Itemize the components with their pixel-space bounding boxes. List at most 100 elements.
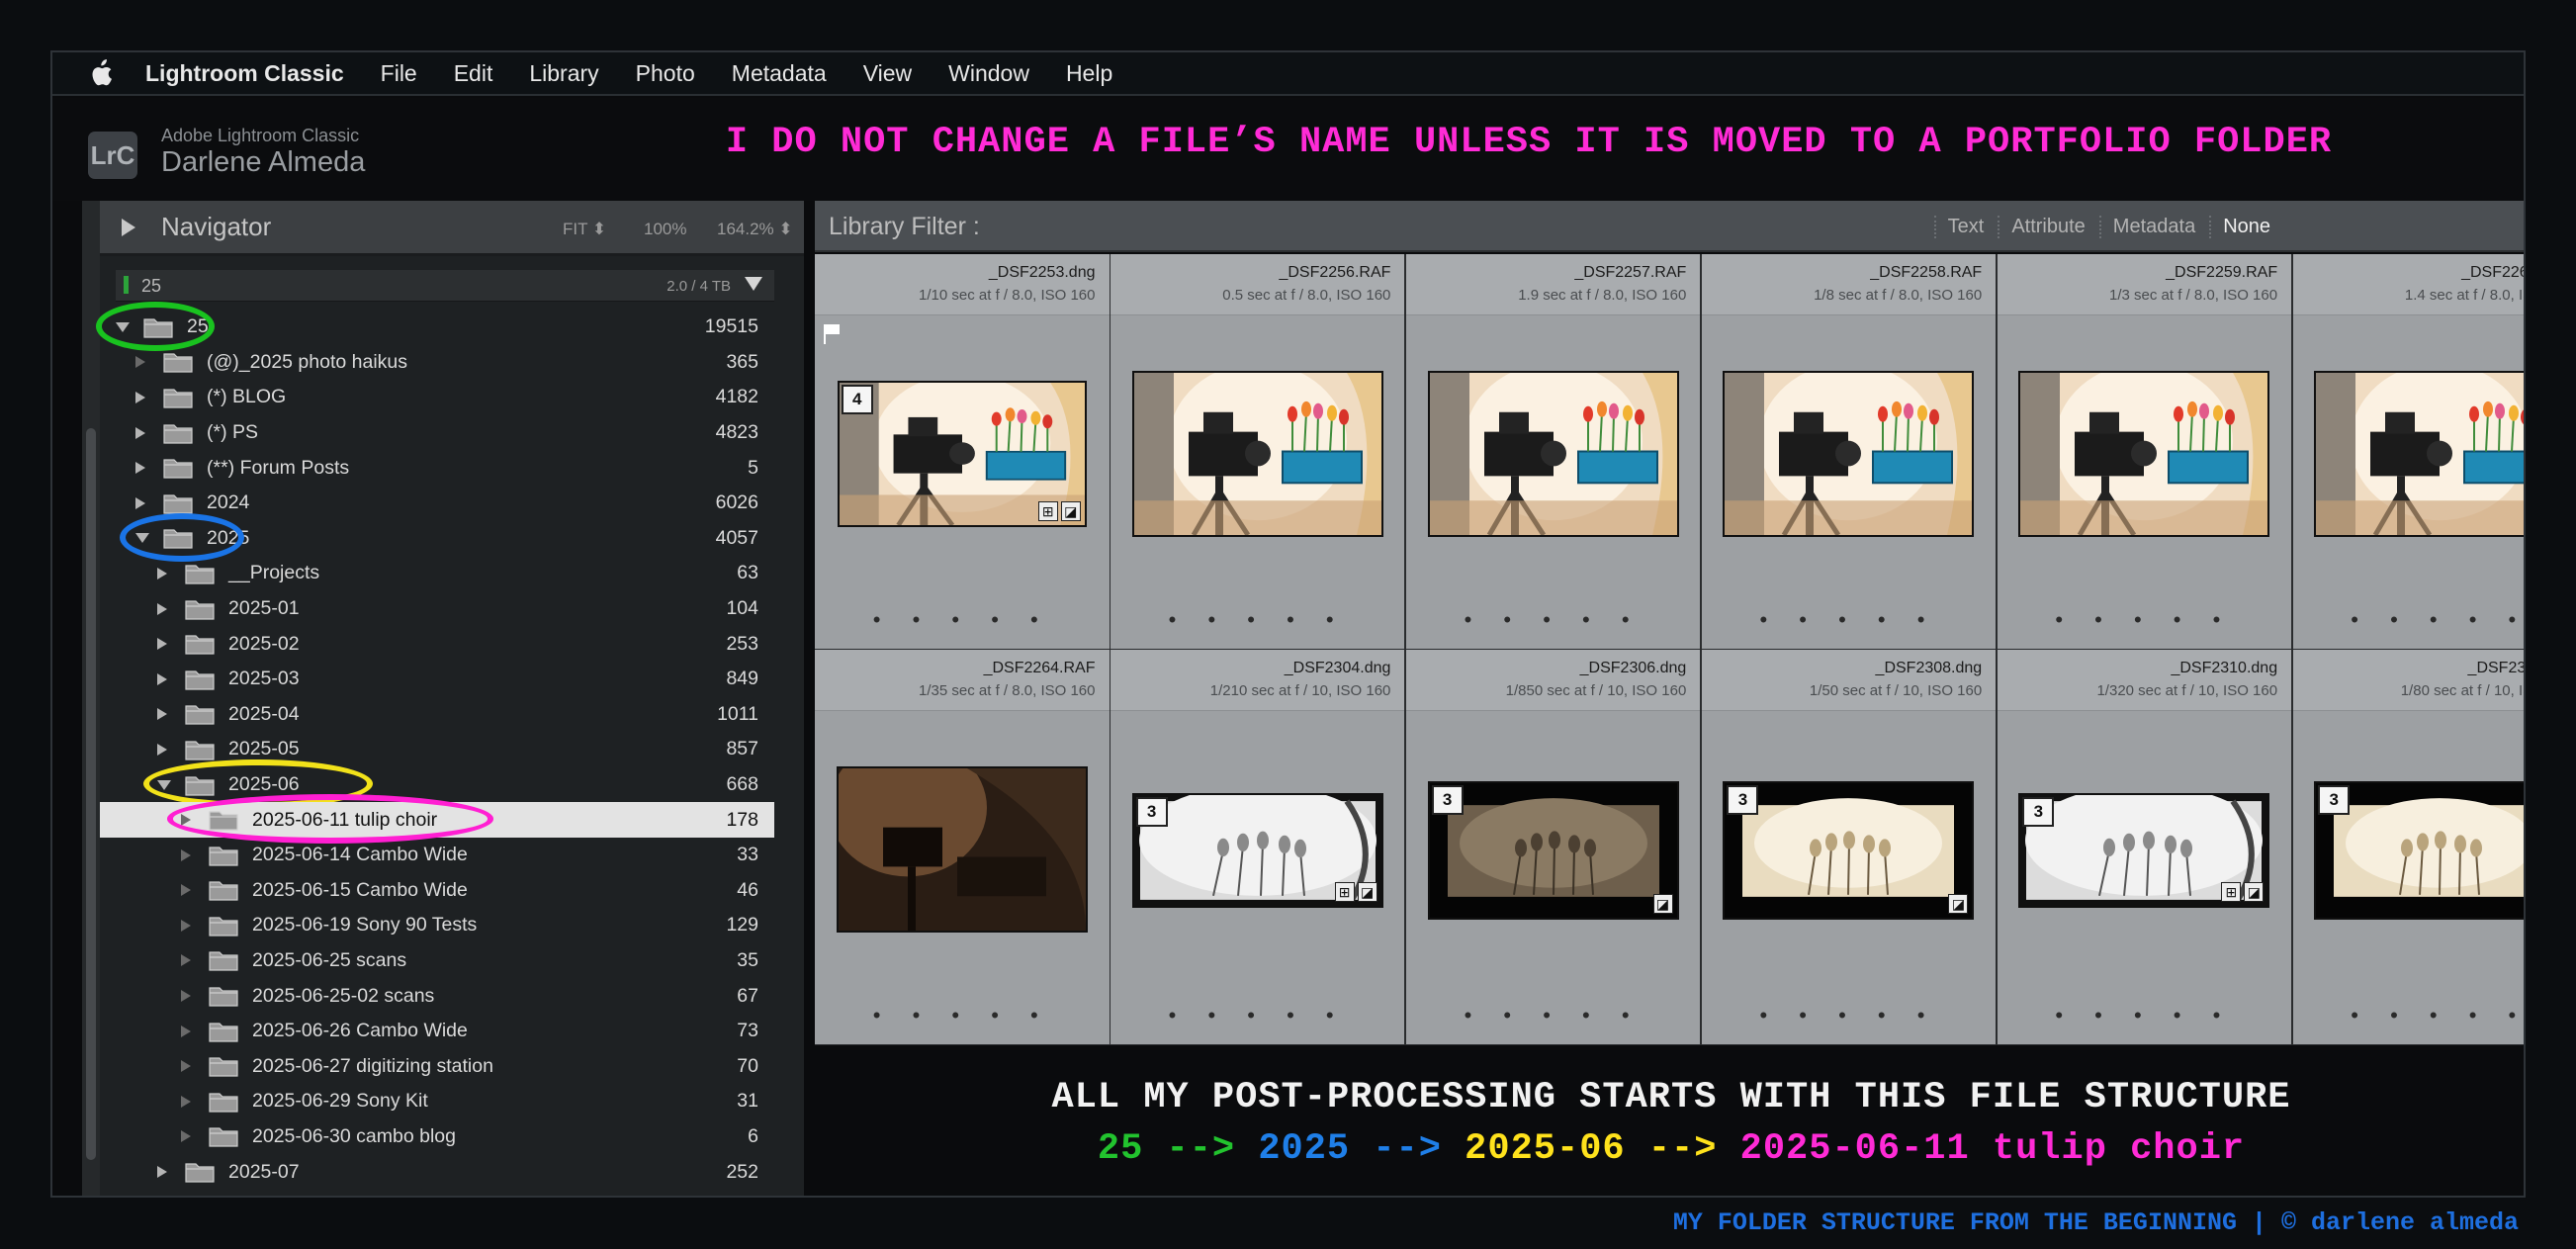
pick-flag-icon[interactable] bbox=[823, 323, 841, 345]
disclosure-collapsed-icon[interactable] bbox=[181, 848, 191, 861]
photo-thumbnail[interactable] bbox=[1723, 371, 1975, 537]
rating-dots[interactable]: • • • • • bbox=[1110, 607, 1405, 633]
thumbnail-cell[interactable]: _DSF2260.RAF 1.4 sec at f / 8.0, ISO 160 •… bbox=[2292, 254, 2525, 649]
folder-row[interactable]: 25 19515 bbox=[96, 302, 774, 351]
disclosure-collapsed-icon[interactable] bbox=[181, 919, 191, 932]
filter-metadata[interactable]: Metadata bbox=[2098, 216, 2195, 238]
folder-row[interactable]: __Projects 63 bbox=[100, 556, 774, 591]
rating-dots[interactable]: • • • • • bbox=[1406, 1003, 1701, 1028]
thumbnail-cell[interactable]: _DSF2308.dng 1/50 sec at f / 10, ISO 160 3… bbox=[1701, 650, 1997, 1045]
disclosure-collapsed-icon[interactable] bbox=[157, 602, 167, 615]
crop-badge-icon[interactable]: ⊞ bbox=[1037, 501, 1058, 521]
menu-window[interactable]: Window bbox=[948, 60, 1029, 87]
filter-none[interactable]: None bbox=[2209, 216, 2270, 238]
disclosure-collapsed-icon[interactable] bbox=[135, 356, 145, 369]
thumbnail-cell[interactable]: _DSF2264.RAF 1/35 sec at f / 8.0, ISO 160… bbox=[815, 650, 1110, 1045]
disclosure-collapsed-icon[interactable] bbox=[181, 1025, 191, 1037]
stack-count-badge[interactable]: 4 bbox=[841, 385, 873, 414]
stack-count-badge[interactable]: 3 bbox=[1431, 785, 1464, 816]
develop-adjustments-icon[interactable]: ◪ bbox=[1060, 501, 1081, 521]
stack-count-badge[interactable]: 3 bbox=[1135, 797, 1168, 828]
zoom-fit[interactable]: FIT ⬍ bbox=[563, 220, 606, 239]
disclosure-collapsed-icon[interactable] bbox=[181, 1060, 191, 1073]
folder-row[interactable]: 2025-01 104 bbox=[100, 591, 774, 627]
photo-thumbnail[interactable] bbox=[1427, 371, 1679, 537]
folder-row[interactable]: 2025-06-26 Cambo Wide 73 bbox=[100, 1014, 774, 1049]
folder-row[interactable]: 2025-03 849 bbox=[100, 662, 774, 697]
rating-dots[interactable]: • • • • • bbox=[815, 1003, 1110, 1028]
crop-badge-icon[interactable]: ⊞ bbox=[2221, 882, 2242, 903]
disclosure-collapsed-icon[interactable] bbox=[157, 708, 167, 721]
folder-row[interactable]: 2025-06-15 Cambo Wide 46 bbox=[100, 873, 774, 909]
stack-count-badge[interactable]: 3 bbox=[2022, 797, 2055, 828]
thumbnail-cell[interactable]: _DSF2311.dng 1/80 sec at f / 10, ISO 160 3… bbox=[2292, 650, 2524, 1045]
disclosure-collapsed-icon[interactable] bbox=[181, 1130, 191, 1143]
filter-attribute[interactable]: Attribute bbox=[1998, 216, 2086, 238]
disclosure-collapsed-icon[interactable] bbox=[157, 1166, 167, 1179]
develop-adjustments-icon[interactable]: ◪ bbox=[1652, 894, 1673, 915]
disclosure-collapsed-icon[interactable] bbox=[157, 638, 167, 651]
folder-row[interactable]: (@)_2025 photo haikus 365 bbox=[100, 345, 774, 381]
volume-row[interactable]: 25 2.0 / 4 TB bbox=[116, 270, 774, 302]
rating-dots[interactable]: • • • • • bbox=[1406, 607, 1701, 633]
photo-thumbnail[interactable] bbox=[1427, 781, 1679, 921]
menu-photo[interactable]: Photo bbox=[636, 60, 695, 87]
folder-row[interactable]: 2025-06-19 Sony 90 Tests 129 bbox=[100, 908, 774, 943]
disclosure-collapsed-icon[interactable] bbox=[135, 462, 145, 475]
develop-adjustments-icon[interactable]: ◪ bbox=[2244, 882, 2265, 903]
menu-help[interactable]: Help bbox=[1066, 60, 1112, 87]
zoom-100[interactable]: 100% bbox=[644, 220, 686, 239]
disclosure-collapsed-icon[interactable] bbox=[157, 672, 167, 685]
crop-badge-icon[interactable]: ⊞ bbox=[1334, 882, 1355, 903]
navigator-header[interactable]: Navigator FIT ⬍ 100% 164.2% ⬍ bbox=[100, 201, 804, 256]
thumbnail-cell[interactable]: _DSF2256.RAF 0.5 sec at f / 8.0, ISO 160 •… bbox=[1110, 254, 1405, 649]
rating-dots[interactable]: • • • • • bbox=[815, 607, 1110, 633]
folder-row[interactable]: 2025-07 252 bbox=[100, 1154, 774, 1190]
menu-edit[interactable]: Edit bbox=[454, 60, 493, 87]
folder-row[interactable]: 2025-02 253 bbox=[100, 626, 774, 662]
folder-row[interactable]: 2025-06-14 Cambo Wide 33 bbox=[100, 838, 774, 873]
photo-thumbnail[interactable] bbox=[1131, 371, 1383, 537]
menu-metadata[interactable]: Metadata bbox=[732, 60, 827, 87]
folder-row[interactable]: 2025-06 668 bbox=[100, 758, 774, 809]
zoom-custom[interactable]: 164.2% ⬍ bbox=[717, 220, 793, 239]
expand-triangle-icon[interactable] bbox=[122, 218, 135, 236]
thumbnail-cell[interactable]: _DSF2310.dng 1/320 sec at f / 10, ISO 160… bbox=[1997, 650, 2292, 1045]
folder-row-selected[interactable]: 2025-06-11 tulip choir 178 bbox=[100, 794, 774, 844]
folder-row[interactable]: 2025-06-30 cambo blog 6 bbox=[100, 1119, 774, 1155]
develop-adjustments-icon[interactable]: ◪ bbox=[1948, 894, 1969, 915]
disclosure-collapsed-icon[interactable] bbox=[181, 884, 191, 897]
thumbnail-cell[interactable]: _DSF2258.RAF 1/8 sec at f / 8.0, ISO 160 •… bbox=[1701, 254, 1997, 649]
thumbnail-cell[interactable]: _DSF2306.dng 1/850 sec at f / 10, ISO 160… bbox=[1405, 650, 1701, 1045]
disclosure-collapsed-icon[interactable] bbox=[157, 743, 167, 756]
folder-row[interactable]: 2025-04 1011 bbox=[100, 697, 774, 733]
photo-thumbnail[interactable] bbox=[1723, 781, 1975, 921]
thumbnail-cell[interactable]: _DSF2259.RAF 1/3 sec at f / 8.0, ISO 160 •… bbox=[1997, 254, 2292, 649]
photo-thumbnail[interactable] bbox=[836, 766, 1088, 934]
disclosure-collapsed-icon[interactable] bbox=[135, 426, 145, 439]
folder-row[interactable]: (*) PS 4823 bbox=[100, 415, 774, 451]
stack-count-badge[interactable]: 3 bbox=[2318, 785, 2351, 816]
left-panel-scrollbar[interactable] bbox=[82, 201, 100, 1196]
thumbnail-cell[interactable]: _DSF2257.RAF 1.9 sec at f / 8.0, ISO 160 •… bbox=[1405, 254, 1701, 649]
disclosure-collapsed-icon[interactable] bbox=[181, 954, 191, 967]
rating-dots[interactable]: • • • • • bbox=[1702, 1003, 1997, 1028]
rating-dots[interactable]: • • • • • bbox=[1998, 607, 2292, 633]
folder-row[interactable]: 2025 4057 bbox=[100, 512, 774, 563]
disclosure-collapsed-icon[interactable] bbox=[157, 567, 167, 580]
stack-count-badge[interactable]: 3 bbox=[1727, 785, 1759, 816]
develop-adjustments-icon[interactable]: ◪ bbox=[1357, 882, 1377, 903]
folder-row[interactable]: 2025-06-25 scans 35 bbox=[100, 943, 774, 979]
thumbnail-cell[interactable]: _DSF2253.dng 1/10 sec at f / 8.0, ISO 160… bbox=[815, 254, 1110, 649]
menu-view[interactable]: View bbox=[863, 60, 912, 87]
filter-text[interactable]: Text bbox=[1933, 216, 1984, 238]
folder-row[interactable]: (**) Forum Posts 5 bbox=[100, 450, 774, 486]
photo-thumbnail[interactable] bbox=[2018, 371, 2270, 537]
menu-library[interactable]: Library bbox=[529, 60, 598, 87]
rating-dots[interactable]: • • • • • bbox=[1998, 1003, 2292, 1028]
apple-icon[interactable] bbox=[86, 58, 116, 88]
volume-menu-icon[interactable] bbox=[745, 277, 762, 291]
rating-dots[interactable]: • • • • • bbox=[2293, 607, 2525, 633]
photo-thumbnail[interactable] bbox=[2314, 371, 2524, 537]
scrollbar-thumb[interactable] bbox=[86, 428, 96, 1160]
